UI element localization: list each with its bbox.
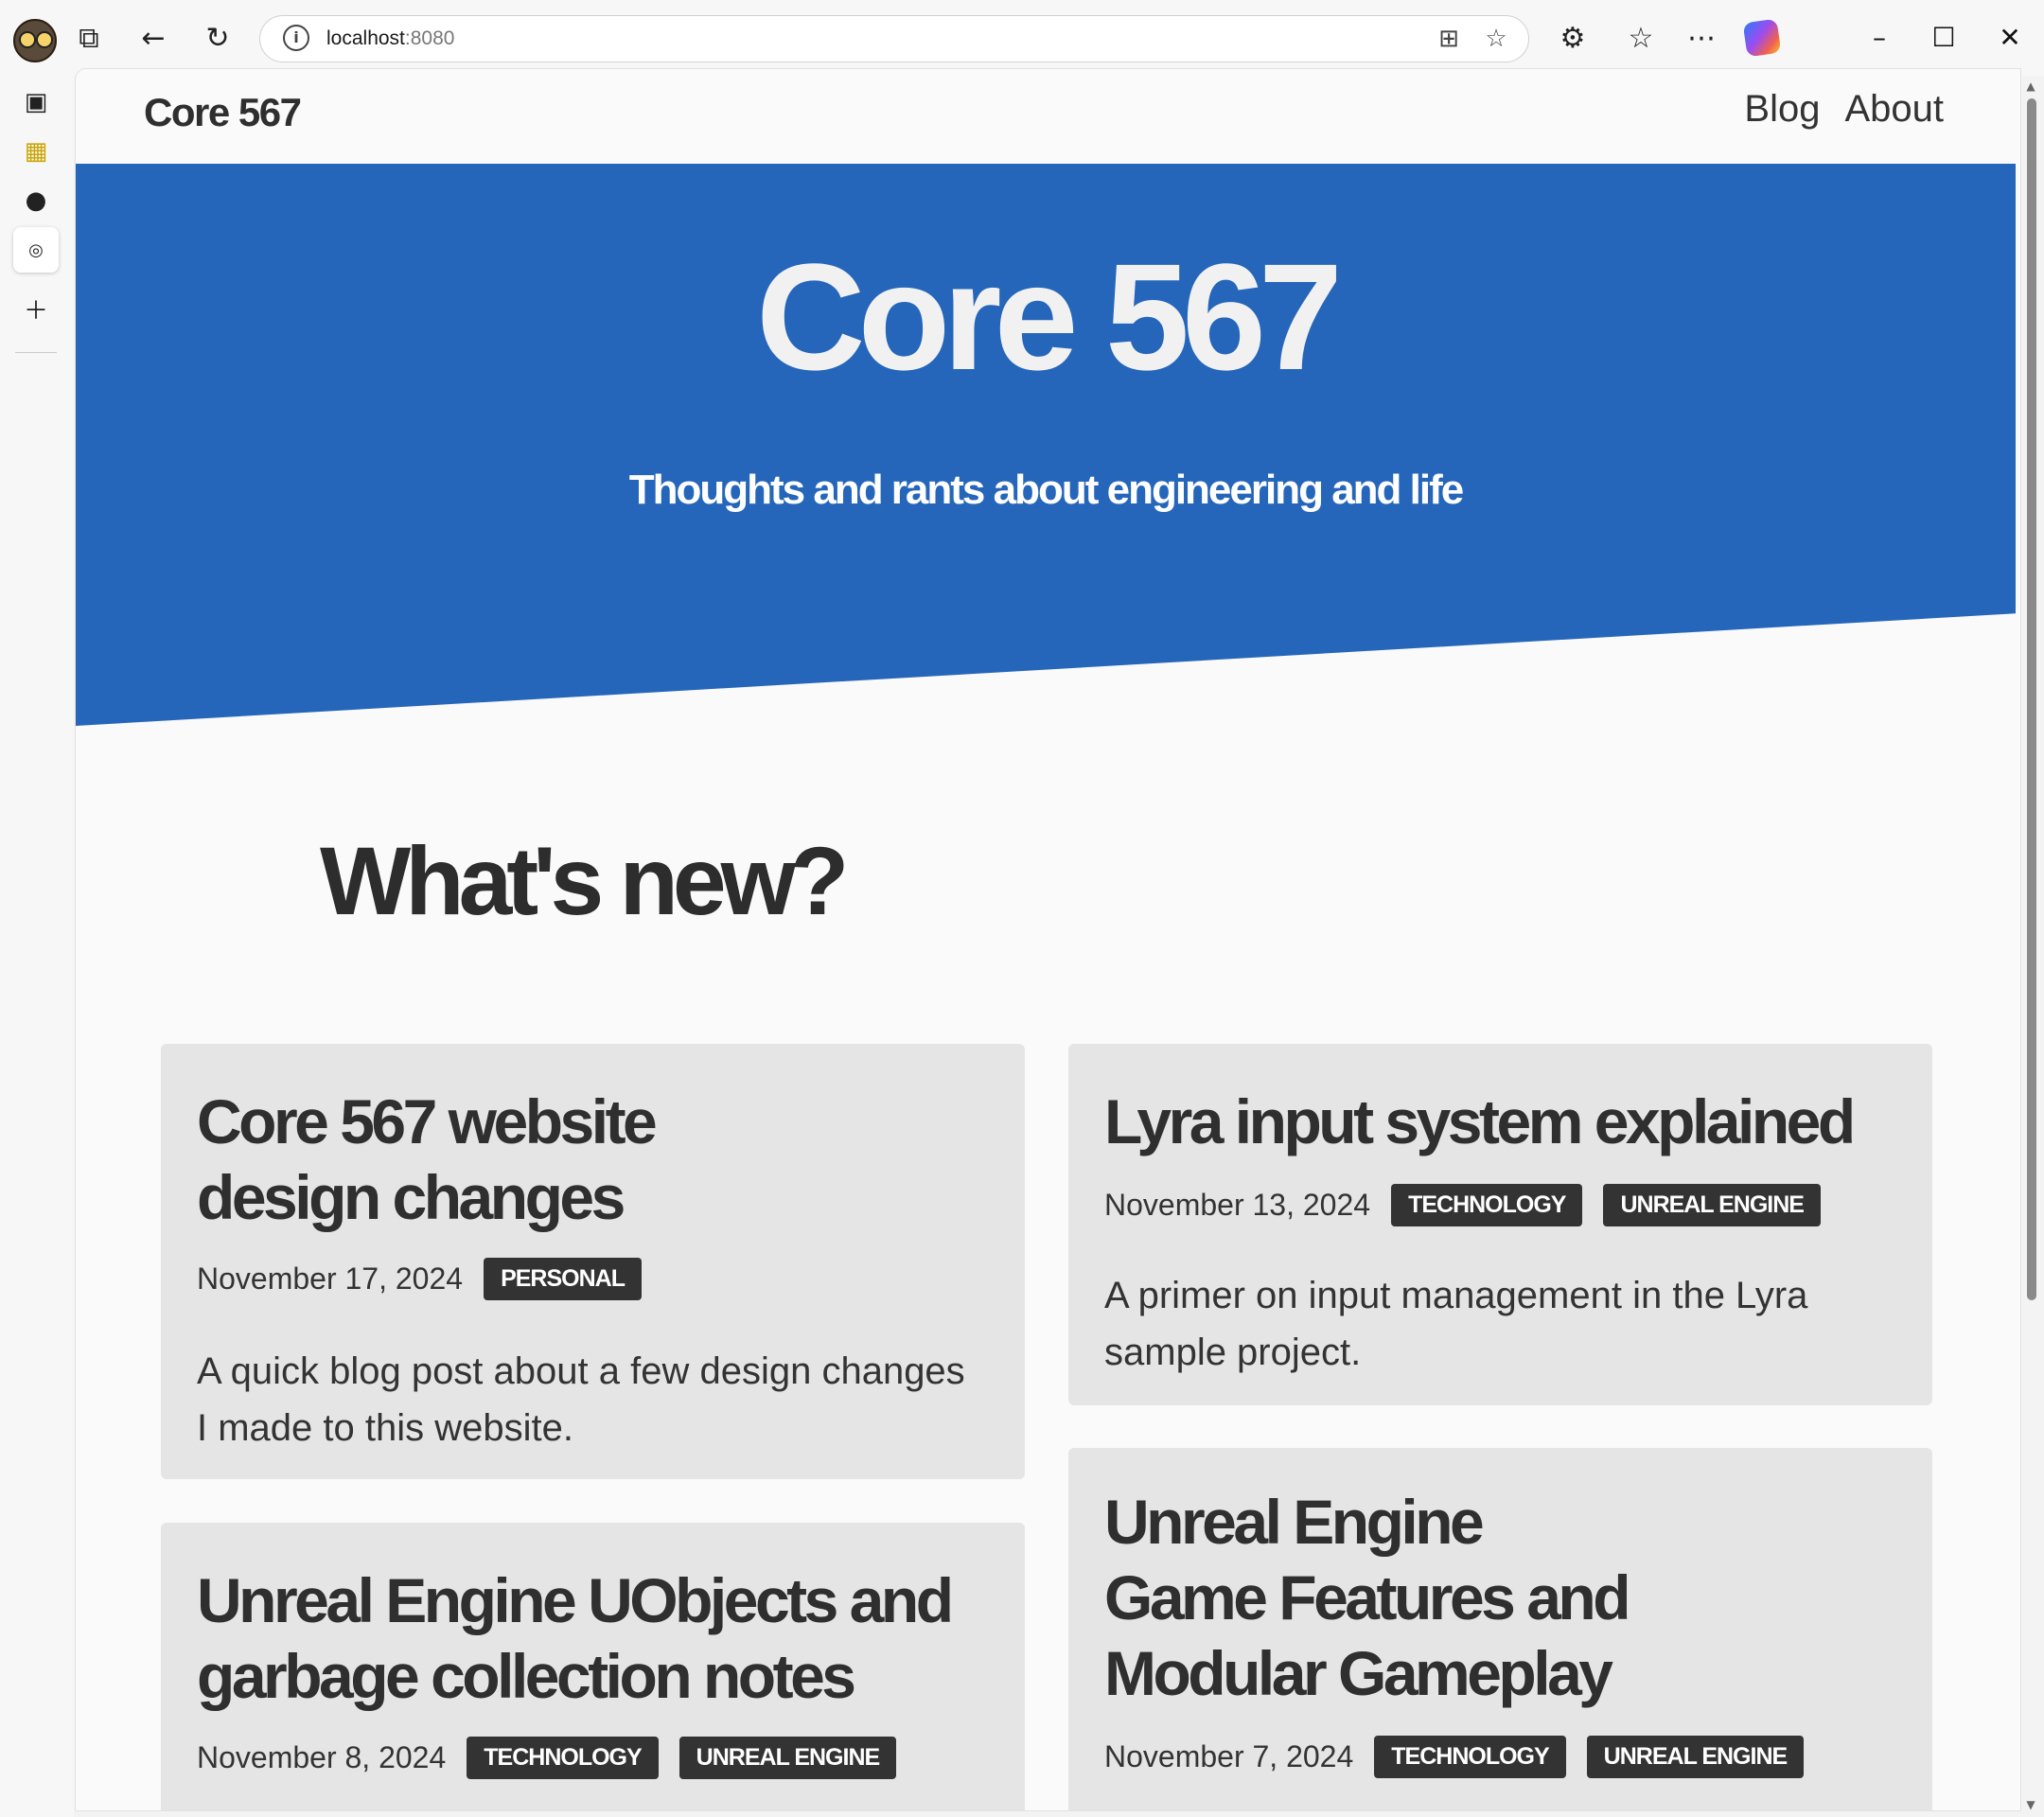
profile-avatar-icon[interactable] xyxy=(13,19,57,62)
browser-titlebar: ⧉ ← ↻ i localhost:8080 ⊞ ☆ ⚙ ☆ ⋯ – ☐ ✕ xyxy=(0,0,2044,76)
page-scrollbar[interactable]: ▲ ▼ xyxy=(2021,79,2038,1811)
new-tab-plus-icon[interactable]: ＋ xyxy=(13,286,59,331)
tag-badge[interactable]: TECHNOLOGY xyxy=(1374,1736,1566,1778)
post-title[interactable]: Core 567 website design changes xyxy=(197,1084,658,1235)
tag-badge[interactable]: PERSONAL xyxy=(484,1258,642,1300)
post-title-line: Lyra input system explained xyxy=(1104,1086,1856,1156)
address-bar[interactable]: i localhost:8080 ⊞ ☆ xyxy=(259,15,1529,62)
copilot-icon[interactable] xyxy=(1742,18,1782,58)
post-meta: November 7, 2024 TECHNOLOGY UNREAL ENGIN… xyxy=(1104,1736,1805,1778)
maximize-icon[interactable]: ☐ xyxy=(1915,13,1972,61)
post-title-line: design changes xyxy=(197,1162,626,1232)
post-meta: November 8, 2024 TECHNOLOGY UNREAL ENGIN… xyxy=(197,1737,897,1779)
post-date: November 13, 2024 xyxy=(1104,1188,1371,1222)
browser-sidebar: ▣ ▦ ● ◎ ＋ xyxy=(0,76,74,1817)
post-title[interactable]: Lyra input system explained xyxy=(1104,1084,1856,1159)
scroll-up-arrow-icon[interactable]: ▲ xyxy=(2023,79,2038,93)
favorite-star-icon[interactable]: ☆ xyxy=(1481,24,1511,54)
address-url[interactable]: localhost:8080 xyxy=(326,27,454,50)
pinned-tab-github-icon[interactable]: ● xyxy=(13,178,59,223)
scrollbar-thumb[interactable] xyxy=(2027,98,2036,1300)
post-meta: November 13, 2024 TECHNOLOGY UNREAL ENGI… xyxy=(1104,1184,1821,1226)
back-arrow-icon[interactable]: ← xyxy=(132,17,174,59)
site-header: Core 567 Blog About xyxy=(76,69,2016,164)
nav-link-about[interactable]: About xyxy=(1844,88,1944,131)
section-title: What's new? xyxy=(320,827,849,935)
post-card[interactable]: Unreal Engine UObjects and garbage colle… xyxy=(161,1523,1025,1810)
tag-badge[interactable]: TECHNOLOGY xyxy=(467,1737,659,1779)
post-title-line: Modular Gameplay xyxy=(1104,1638,1613,1708)
post-card[interactable]: Core 567 website design changes November… xyxy=(161,1044,1025,1479)
scroll-down-arrow-icon[interactable]: ▼ xyxy=(2023,1798,2038,1811)
nav-link-blog[interactable]: Blog xyxy=(1744,88,1820,131)
tab-actions-icon[interactable]: ▣ xyxy=(13,79,59,125)
tag-badge[interactable]: UNREAL ENGINE xyxy=(1603,1184,1821,1226)
post-card[interactable]: Lyra input system explained November 13,… xyxy=(1068,1044,1932,1405)
tag-badge[interactable]: TECHNOLOGY xyxy=(1391,1184,1583,1226)
more-menu-icon[interactable]: ⋯ xyxy=(1681,17,1722,59)
post-excerpt: A quick blog post about a few design cha… xyxy=(197,1350,965,1449)
post-date: November 8, 2024 xyxy=(197,1740,447,1774)
site-nav: Blog About xyxy=(1744,88,1944,131)
post-title[interactable]: Unreal Engine UObjects and garbage colle… xyxy=(197,1562,954,1714)
url-host: localhost xyxy=(326,27,405,49)
pinned-tab-notes-icon[interactable]: ▦ xyxy=(13,129,59,174)
post-title-line: Unreal Engine UObjects and xyxy=(197,1565,954,1635)
post-card[interactable]: Unreal Engine Game Features and Modular … xyxy=(1068,1448,1932,1810)
post-title-line: Unreal Engine xyxy=(1104,1487,1485,1557)
site-brand[interactable]: Core 567 xyxy=(144,90,302,135)
favorites-icon[interactable]: ☆ xyxy=(1620,17,1662,59)
post-excerpt: A primer on input management in the Lyra… xyxy=(1104,1275,1808,1373)
post-date: November 7, 2024 xyxy=(1104,1739,1354,1773)
page-viewport: Core 567 Blog About Core 567 Thoughts an… xyxy=(75,68,2021,1811)
hero-title: Core 567 xyxy=(756,232,1343,401)
post-title-line: garbage collection notes xyxy=(197,1641,856,1711)
tag-badge[interactable]: UNREAL ENGINE xyxy=(678,1737,897,1779)
hero-subtitle: Thoughts and rants about engineering and… xyxy=(628,467,1464,513)
pinned-tab-core567-icon[interactable]: ◎ xyxy=(13,227,59,273)
refresh-icon[interactable]: ↻ xyxy=(197,17,238,59)
close-window-icon[interactable]: ✕ xyxy=(1982,13,2038,61)
site-info-icon[interactable]: i xyxy=(283,25,309,51)
sidebar-divider xyxy=(15,352,57,353)
minimize-icon[interactable]: – xyxy=(1851,13,1908,61)
extensions-icon[interactable]: ⚙ xyxy=(1552,17,1594,59)
post-title-line: Game Features and xyxy=(1104,1562,1631,1632)
post-meta: November 17, 2024 PERSONAL xyxy=(197,1258,642,1300)
post-title[interactable]: Unreal Engine Game Features and Modular … xyxy=(1104,1484,1631,1711)
post-title-line: Core 567 website xyxy=(197,1086,658,1156)
tag-badge[interactable]: UNREAL ENGINE xyxy=(1586,1736,1805,1778)
post-date: November 17, 2024 xyxy=(197,1261,464,1296)
url-port: :8080 xyxy=(404,27,455,49)
workspaces-icon[interactable]: ⧉ xyxy=(68,17,110,59)
app-available-icon[interactable]: ⊞ xyxy=(1434,24,1464,54)
